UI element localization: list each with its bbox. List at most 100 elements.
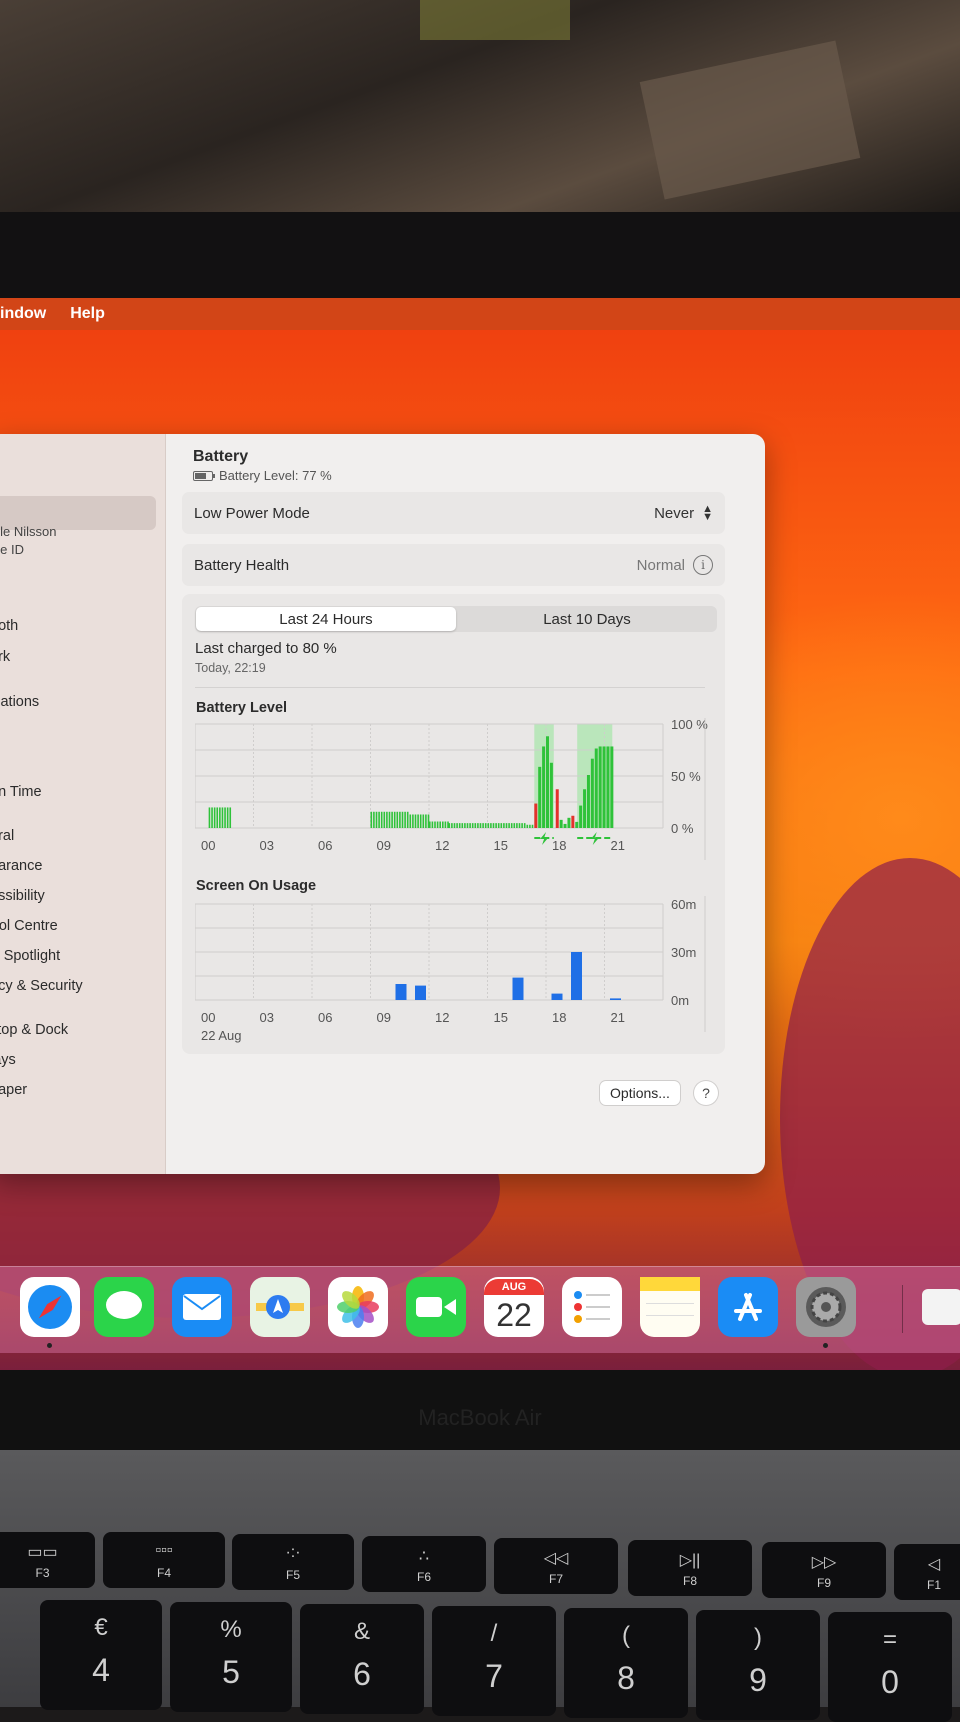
sidebar-item-general[interactable]: eral: [0, 828, 14, 844]
battery-bar: [388, 811, 391, 828]
battery-bar: [602, 746, 606, 828]
sidebar-item-apple-id[interactable]: ple ID: [0, 542, 24, 557]
charging-bolt-icon: [590, 832, 599, 845]
battery-bar: [409, 814, 412, 828]
key-0[interactable]: = 0: [828, 1612, 952, 1722]
safari-icon[interactable]: [20, 1277, 80, 1337]
key-f8[interactable]: ▷|| F8: [628, 1540, 752, 1596]
x-tick-label: 18: [552, 838, 566, 853]
low-power-mode-label: Low Power Mode: [194, 504, 310, 522]
battery-bar: [538, 766, 542, 828]
notes-icon[interactable]: [640, 1277, 700, 1337]
sidebar-item-network[interactable]: ork: [0, 649, 10, 665]
battery-bar: [594, 748, 598, 828]
running-indicator: [823, 1343, 828, 1348]
key-6[interactable]: & 6: [300, 1604, 424, 1714]
key-f3[interactable]: ▭▭ F3: [0, 1532, 95, 1588]
menu-window[interactable]: indow: [0, 305, 46, 323]
reminders-icon[interactable]: [562, 1277, 622, 1337]
key-f5[interactable]: ·:· F5: [232, 1534, 354, 1590]
low-power-mode-select[interactable]: Never ▲ ▼: [654, 504, 713, 523]
options-button[interactable]: Options...: [600, 1081, 680, 1105]
battery-bar: [503, 823, 505, 828]
key-f7[interactable]: ◁◁ F7: [494, 1538, 618, 1594]
x-tick-label: 06: [318, 838, 332, 853]
battery-bar: [419, 814, 422, 828]
rewind-icon: ◁◁: [543, 1550, 569, 1567]
battery-bar: [469, 823, 471, 828]
x-tick-label: 21: [611, 838, 625, 853]
battery-health-value: Normal: [636, 556, 685, 574]
launchpad-icon: ▫▫▫: [155, 1542, 173, 1559]
battery-bar: [495, 823, 497, 828]
low-power-mode-row: Low Power Mode Never ▲ ▼: [182, 492, 725, 534]
sidebar-item-desktop-dock[interactable]: ktop & Dock: [0, 1022, 68, 1038]
y-tick-label: 100 %: [671, 718, 708, 732]
battery-bar: [399, 811, 401, 828]
charging-bolt-icon: [540, 832, 549, 845]
background-room: [0, 0, 960, 212]
battery-bar: [559, 819, 563, 828]
battery-bar: [516, 823, 518, 828]
maps-icon[interactable]: [250, 1277, 310, 1337]
battery-bar: [448, 823, 451, 828]
fast-forward-icon: ▷▷: [811, 1554, 837, 1571]
sidebar-item-accessibility[interactable]: essibility: [0, 888, 45, 904]
key-8[interactable]: (8: [564, 1608, 688, 1718]
usage-bar: [415, 985, 426, 1000]
app-store-icon[interactable]: [718, 1277, 778, 1337]
folder-stack-icon[interactable]: [922, 1289, 960, 1325]
sidebar-item-control-centre[interactable]: trol Centre: [0, 918, 58, 934]
tab-last-10-days[interactable]: Last 10 Days: [457, 606, 717, 632]
system-settings-window: ulle Nilsson ple ID ooth ork ications d …: [0, 434, 765, 1174]
calendar-icon[interactable]: AUG 22: [484, 1277, 544, 1337]
battery-bar: [396, 811, 399, 828]
key-7[interactable]: /7: [432, 1606, 556, 1716]
key-4[interactable]: €4: [40, 1600, 162, 1710]
mail-icon[interactable]: [172, 1277, 232, 1337]
sidebar-user-name[interactable]: ulle Nilsson: [0, 524, 56, 539]
sidebar-item-bluetooth[interactable]: ooth: [0, 618, 18, 634]
battery-bar: [487, 823, 490, 828]
battery-bar: [393, 811, 396, 828]
battery-pane: Battery Battery Level: 77 % Low Power Mo…: [166, 434, 765, 1174]
battery-bar: [458, 823, 461, 828]
battery-bar: [529, 824, 531, 828]
sidebar-item-privacy-security[interactable]: acy & Security: [0, 978, 83, 994]
system-settings-icon[interactable]: [796, 1277, 856, 1337]
play-pause-icon: ▷||: [679, 1552, 701, 1569]
sidebar-item-displays[interactable]: lays: [0, 1052, 16, 1068]
key-f10[interactable]: ◁ F1: [894, 1544, 960, 1600]
dock-divider: [902, 1285, 903, 1333]
info-icon[interactable]: i: [693, 555, 713, 575]
key-f6[interactable]: ∴ F6: [362, 1536, 486, 1592]
sidebar-item-siri-spotlight[interactable]: & Spotlight: [0, 948, 60, 964]
menu-help[interactable]: Help: [70, 305, 105, 323]
sidebar-item-appearance[interactable]: earance: [0, 858, 42, 874]
key-9[interactable]: ) 9: [696, 1610, 820, 1720]
messages-icon[interactable]: [94, 1277, 154, 1337]
battery-bar: [526, 824, 529, 828]
battery-bar: [523, 823, 526, 828]
battery-bar: [610, 746, 614, 828]
key-5[interactable]: % 5: [170, 1602, 292, 1712]
sidebar-item-screen-time[interactable]: en Time: [0, 784, 42, 800]
battery-bar: [401, 811, 404, 828]
photos-icon[interactable]: [328, 1277, 388, 1337]
battery-level-text: Battery Level: 77 %: [219, 468, 332, 483]
battery-bar: [429, 821, 431, 828]
x-tick-label: 12: [435, 1010, 449, 1025]
help-button[interactable]: ?: [694, 1081, 718, 1105]
key-f9[interactable]: ▷▷ F9: [762, 1542, 886, 1598]
battery-bar: [434, 821, 436, 828]
sidebar-item-notifications[interactable]: ications: [0, 694, 39, 710]
low-power-mode-value: Never: [654, 504, 695, 522]
battery-bar: [451, 823, 453, 828]
page-title: Battery: [193, 448, 249, 465]
tab-last-24-hours[interactable]: Last 24 Hours: [196, 607, 456, 631]
usage-bar: [395, 984, 407, 1000]
sidebar-item-wallpaper[interactable]: paper: [0, 1082, 27, 1098]
facetime-icon[interactable]: [406, 1277, 466, 1337]
battery-bar: [534, 803, 538, 828]
key-f4[interactable]: ▫▫▫ F4: [103, 1532, 225, 1588]
